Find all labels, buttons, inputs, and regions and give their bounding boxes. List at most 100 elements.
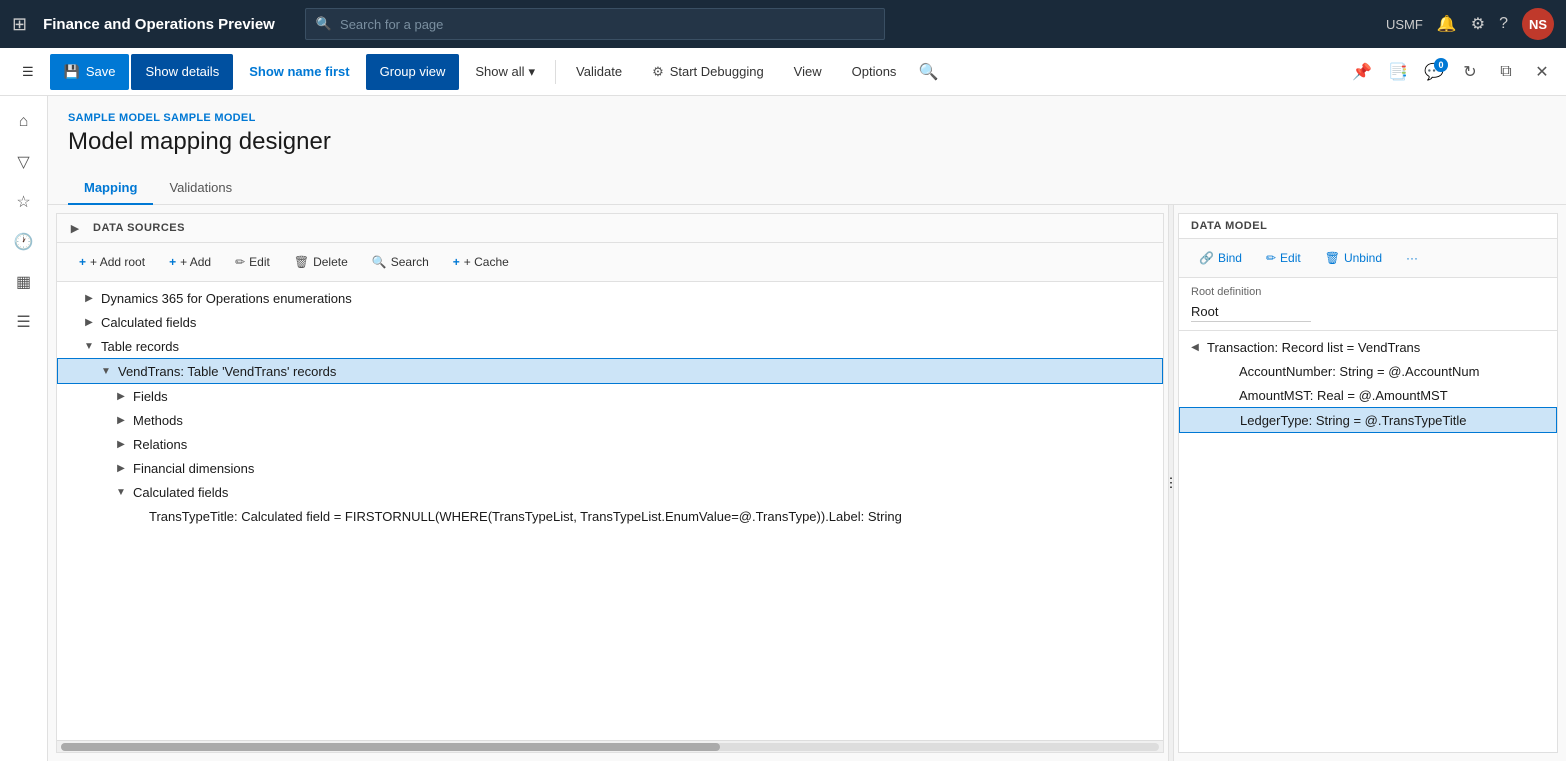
delete-icon: 🗑 — [294, 255, 309, 269]
root-def-value: Root — [1191, 302, 1311, 322]
sidebar-recent-icon[interactable]: 🕐 — [6, 224, 42, 260]
dm-toolbar: 🔗 Bind ✏ Edit 🗑 Unbind ··· — [1179, 239, 1557, 278]
expand-icon-calc[interactable]: ▶ — [81, 314, 97, 330]
dm-expand-icon-amount — [1219, 387, 1235, 403]
sidebar-filter-icon[interactable]: ▽ — [6, 144, 42, 180]
badge-button[interactable]: 💬 0 — [1418, 56, 1450, 88]
scrollbar-track — [61, 743, 1159, 751]
pin-icon[interactable]: 📌 — [1346, 56, 1378, 88]
unbind-button[interactable]: 🗑 Unbind — [1317, 247, 1390, 269]
save-button[interactable]: 💾 Save — [50, 54, 130, 90]
toolbar-right: 📌 📑 💬 0 ↻ ⧉ ✕ — [1346, 56, 1558, 88]
tab-mapping[interactable]: Mapping — [68, 172, 153, 205]
edit-button[interactable]: ✏ Edit — [225, 251, 280, 273]
left-sidebar: ⌂ ▽ ☆ 🕐 ▦ ☰ — [0, 96, 48, 761]
cache-button[interactable]: + + Cache — [443, 251, 519, 273]
expand-icon-financial[interactable]: ▶ — [113, 460, 129, 476]
search-bar: 🔍 — [305, 8, 885, 40]
app-title: Finance and Operations Preview — [43, 16, 275, 33]
user-id: USMF — [1386, 17, 1423, 32]
tree-item-financial[interactable]: ▶ Financial dimensions — [57, 456, 1163, 480]
debug-icon: ⚙ — [652, 64, 664, 80]
page-header: SAMPLE MODEL SAMPLE MODEL Model mapping … — [48, 96, 1566, 172]
search-toolbar-button[interactable]: 🔍 — [912, 56, 944, 88]
add-button[interactable]: + + Add — [159, 251, 221, 273]
top-nav: ⊞ Finance and Operations Preview 🔍 USMF … — [0, 0, 1566, 48]
expand-icon-table[interactable]: ▼ — [81, 338, 97, 354]
hamburger-button[interactable]: ☰ — [8, 54, 48, 90]
view-button[interactable]: View — [780, 54, 836, 90]
settings-icon[interactable]: ⚙ — [1471, 14, 1485, 34]
bookmark-icon[interactable]: 📑 — [1382, 56, 1414, 88]
save-icon: 💾 — [64, 64, 80, 80]
expand-icon-calc2[interactable]: ▼ — [113, 484, 129, 500]
panel-collapse-icon[interactable]: ▶ — [65, 218, 85, 238]
avatar[interactable]: NS — [1522, 8, 1554, 40]
expand-icon-fields[interactable]: ▶ — [113, 388, 129, 404]
expand-icon-relations[interactable]: ▶ — [113, 436, 129, 452]
expand-icon-enum[interactable]: ▶ — [81, 290, 97, 306]
data-sources-tree: ▶ Dynamics 365 for Operations enumeratio… — [57, 282, 1163, 740]
expand-icon-trans — [129, 508, 145, 524]
dm-expand-icon-account — [1219, 363, 1235, 379]
more-button[interactable]: ··· — [1398, 247, 1426, 269]
data-sources-panel: ▶ DATA SOURCES + + Add root + + Add ✏ Ed… — [56, 213, 1164, 753]
show-details-button[interactable]: Show details — [131, 54, 233, 90]
tabs: Mapping Validations — [48, 172, 1566, 205]
search-input[interactable] — [340, 17, 874, 32]
close-icon[interactable]: ✕ — [1526, 56, 1558, 88]
delete-button[interactable]: 🗑 Delete — [284, 251, 358, 273]
sidebar-list-icon[interactable]: ☰ — [6, 304, 42, 340]
dm-edit-icon: ✏ — [1266, 251, 1276, 265]
dm-expand-icon-ledger — [1220, 412, 1236, 428]
scrollbar-thumb — [61, 743, 720, 751]
dm-tree-item-ledger[interactable]: LedgerType: String = @.TransTypeTitle — [1179, 407, 1557, 433]
page-title: Model mapping designer — [68, 128, 1546, 156]
sidebar-grid-icon[interactable]: ▦ — [6, 264, 42, 300]
tab-validations[interactable]: Validations — [153, 172, 248, 205]
bind-button[interactable]: 🔗 Bind — [1191, 247, 1250, 269]
edit-icon: ✏ — [235, 255, 245, 269]
dm-edit-button[interactable]: ✏ Edit — [1258, 247, 1309, 269]
expand-icon-vendtrans[interactable]: ▼ — [98, 363, 114, 379]
badge-count: 0 — [1434, 58, 1448, 72]
dm-tree-item-transaction[interactable]: ◀ Transaction: Record list = VendTrans — [1179, 335, 1557, 359]
grid-icon[interactable]: ⊞ — [12, 14, 27, 35]
dm-tree-item-account[interactable]: AccountNumber: String = @.AccountNum — [1179, 359, 1557, 383]
sidebar-favorites-icon[interactable]: ☆ — [6, 184, 42, 220]
tree-item-transtypetitle[interactable]: TransTypeTitle: Calculated field = FIRST… — [57, 504, 1163, 528]
tree-item-methods[interactable]: ▶ Methods — [57, 408, 1163, 432]
root-def-label: Root definition — [1191, 286, 1545, 298]
show-all-button[interactable]: Show all ▾ — [461, 54, 549, 90]
panel-divider[interactable]: ⋮ — [1168, 205, 1174, 761]
options-button[interactable]: Options — [838, 54, 911, 90]
chevron-down-icon: ▾ — [529, 64, 536, 80]
notification-icon[interactable]: 🔔 — [1437, 14, 1457, 34]
refresh-icon[interactable]: ↻ — [1454, 56, 1486, 88]
help-icon[interactable]: ? — [1499, 15, 1508, 33]
expand-icon-methods[interactable]: ▶ — [113, 412, 129, 428]
tree-item-fields[interactable]: ▶ Fields — [57, 384, 1163, 408]
horizontal-scrollbar[interactable] — [57, 740, 1163, 752]
tree-item-calc[interactable]: ▶ Calculated fields — [57, 310, 1163, 334]
group-view-button[interactable]: Group view — [366, 54, 460, 90]
search-icon: 🔍 — [316, 16, 332, 32]
validate-button[interactable]: Validate — [562, 54, 636, 90]
add-root-button[interactable]: + + Add root — [69, 251, 155, 273]
data-model-panel: DATA MODEL 🔗 Bind ✏ Edit 🗑 Unbind — [1178, 213, 1558, 753]
sidebar-home-icon[interactable]: ⌂ — [6, 104, 42, 140]
tree-item-calc2[interactable]: ▼ Calculated fields — [57, 480, 1163, 504]
tree-item-vendtrans[interactable]: ▼ VendTrans: Table 'VendTrans' records — [57, 358, 1163, 384]
show-name-first-button[interactable]: Show name first — [235, 54, 363, 90]
tree-item-enum[interactable]: ▶ Dynamics 365 for Operations enumeratio… — [57, 286, 1163, 310]
bind-icon: 🔗 — [1199, 251, 1214, 265]
search-button[interactable]: 🔍 Search — [362, 251, 439, 273]
unbind-icon: 🗑 — [1325, 251, 1340, 265]
tree-item-relations[interactable]: ▶ Relations — [57, 432, 1163, 456]
dm-tree-item-amount[interactable]: AmountMST: Real = @.AmountMST — [1179, 383, 1557, 407]
start-debugging-button[interactable]: ⚙ Start Debugging — [638, 54, 778, 90]
tree-item-table[interactable]: ▼ Table records — [57, 334, 1163, 358]
data-sources-toolbar: + + Add root + + Add ✏ Edit 🗑 Delete — [57, 243, 1163, 282]
open-new-icon[interactable]: ⧉ — [1490, 56, 1522, 88]
dm-expand-icon-transaction[interactable]: ◀ — [1187, 339, 1203, 355]
